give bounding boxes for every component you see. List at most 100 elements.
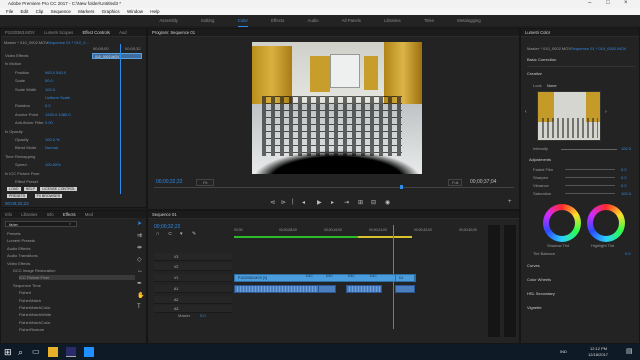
lumetri-slider[interactable] [565,193,615,194]
license-control-button[interactable]: LICENSE CONTROL [40,187,78,191]
program-playhead[interactable] [400,185,403,189]
file-explorer-icon[interactable] [48,347,58,357]
audio-clip[interactable] [318,285,336,293]
export-frame-icon[interactable]: ◉ [385,199,390,206]
tab-media[interactable]: Med [81,211,97,218]
wrench-icon[interactable]: ✎ [192,231,196,237]
language-indicator[interactable]: IND [560,349,567,354]
shadow-tint-wheel[interactable] [543,204,581,242]
play-icon[interactable]: ▶ [317,199,322,206]
lumetri-sequence-label[interactable]: Sequence 01 * 010_0002.MOV [571,46,626,51]
lumetri-slider-value[interactable]: 100.0 [621,191,631,196]
ec-playhead[interactable] [120,44,121,194]
mark-in-icon[interactable]: ⊲ [270,199,275,206]
track-header[interactable]: A2 [154,296,232,304]
effects-search-input[interactable]: fisher [5,221,77,227]
search-clear-icon[interactable]: × [69,221,71,226]
tab-lumetri-color[interactable]: Lumetri Color [521,29,554,36]
effects-list-item[interactable]: FisherMatchColor [19,305,51,310]
go-to-out-icon[interactable]: ⇥ [344,199,349,206]
tab-effects[interactable]: Effects [59,211,80,218]
ec-property-value[interactable]: 100.0 % [45,137,60,142]
tab-program[interactable]: Program: Sequence 01 [148,29,199,36]
sequence-clip-label[interactable]: Sequence 01 * 010_0... [47,40,89,45]
section-color-wheels[interactable]: Color Wheels [527,277,551,282]
help-button[interactable]: HELP [23,187,37,191]
ec-property-value[interactable]: 1920.0 1080.0 [45,112,71,117]
notifications-icon[interactable]: ▤ [626,347,633,355]
ripple-edit-icon[interactable]: ⇹ [137,244,142,251]
intensity-value[interactable]: 100.0 [621,146,631,151]
tab-audio-mixer[interactable]: Aud [115,29,130,36]
audio-clip[interactable] [395,285,415,293]
tab-effect-controls[interactable]: Effect Controls [78,29,113,36]
slip-icon[interactable]: ↔ [137,268,143,274]
video-clip[interactable]: D1 [395,274,415,282]
effects-list-item[interactable]: Presets [7,231,21,236]
look-prev-icon[interactable]: ‹ [525,109,527,115]
timeline-timecode[interactable]: 00;00;32;22 [154,224,180,230]
look-next-icon[interactable]: › [605,109,607,115]
menu-sequence[interactable]: Sequence [51,8,71,15]
overwrite-icon[interactable]: ⊟ [371,199,376,206]
workspace-metalogging[interactable]: Metalogging [457,15,480,26]
menu-clip[interactable]: Clip [36,8,44,15]
ec-property-value[interactable]: 50.0 [45,78,53,83]
video-clip[interactable]: P1020363.MOV [V] [234,274,416,282]
tab-info[interactable]: Info [1,211,16,218]
look-dropdown[interactable]: None [547,83,557,88]
effects-list-item[interactable]: Sequence Time [13,283,41,288]
ec-property-value[interactable]: Normal [45,145,58,150]
browser-icon[interactable] [84,347,94,357]
program-scrubber[interactable] [154,187,514,188]
ec-property-value[interactable]: 960.0 540.0 [45,70,66,75]
track-header[interactable]: A3 [154,305,232,313]
text-tool-icon[interactable]: T [137,304,141,310]
taskbar-time[interactable]: 12:12 PM [590,346,607,351]
ec-property-value[interactable]: Uniform Scale [45,95,70,100]
step-back-icon[interactable]: ◂ [302,199,305,206]
ec-property-value[interactable]: 0.00 [45,120,53,125]
effects-list-item[interactable]: DCC Image Restoration [13,268,55,273]
ec-timecode[interactable]: 00;00;32;22 [5,201,29,206]
lumetri-slider[interactable] [565,169,615,170]
selection-tool-icon[interactable]: ➤ [137,220,142,227]
track-select-icon[interactable]: ⇉ [137,232,142,239]
tint-balance-value[interactable]: 0.0 [625,251,631,256]
fit-dropdown[interactable]: Fit [196,179,215,186]
section-basic-correction[interactable]: Basic Correction [527,57,556,62]
adjustments-label[interactable]: Adjustments [529,157,551,162]
lumetri-slider-value[interactable]: 0.0 [621,167,627,172]
audio-clip[interactable] [234,285,320,293]
lumetri-slider-value[interactable]: 0.0 [621,175,627,180]
video-frame[interactable] [252,42,422,174]
workspace-editing[interactable]: Editing [201,15,214,26]
effects-list-item[interactable]: Audio Transitions [7,253,38,258]
load-button[interactable]: LOAD [7,187,21,191]
maximize-icon[interactable]: □ [606,0,610,6]
program-timecode[interactable]: 00;00;32;22 [156,179,182,185]
add-button-icon[interactable]: + [508,199,512,205]
step-forward-icon[interactable]: ▸ [331,199,334,206]
look-preview-thumbnail[interactable] [537,91,601,141]
effects-list-item[interactable]: Video Effects [7,261,30,266]
workspace-color[interactable]: Color [237,15,248,27]
tab-lumetri-scopes[interactable]: Lumetri Scopes [40,29,77,36]
effects-list-item[interactable]: FisherMatchColor [19,320,51,325]
close-icon[interactable]: × [624,0,628,6]
tab-sequence-01[interactable]: Sequence 01 [148,211,181,218]
track-header[interactable]: V3 [154,253,232,261]
go-to-in-icon[interactable]: | [292,199,294,205]
menu-file[interactable]: File [6,8,13,15]
snap-icon[interactable]: ∩ [156,231,160,237]
fx-browser-button[interactable]: FX BROWSER [34,194,63,198]
lumetri-slider[interactable] [565,177,615,178]
hand-icon[interactable]: ✋ [137,292,144,299]
effects-list-item[interactable]: FisherMatch [19,298,41,303]
highlight-tint-wheel[interactable] [587,204,625,242]
effects-list-item[interactable]: ICC Picture Fixer [19,275,139,281]
effects-list-item[interactable]: FisherI [19,290,31,295]
add-marker-icon[interactable]: ▾ [180,231,183,237]
ec-property-value[interactable]: 0.0 [45,103,51,108]
menu-markers[interactable]: Markers [78,8,94,15]
